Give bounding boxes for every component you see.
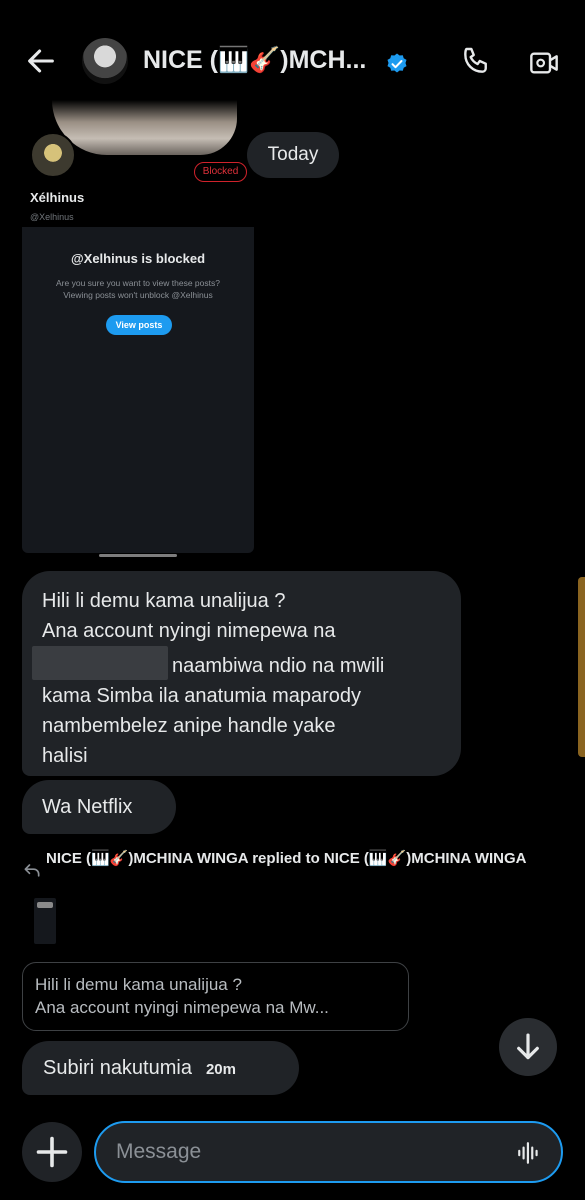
message-line: halisi — [42, 745, 88, 767]
message-line-text: naambiwa ndio na mwili — [172, 655, 385, 677]
add-attachment-button[interactable] — [22, 1122, 82, 1182]
banner-image — [52, 100, 237, 155]
post-author-handle: @Xelhinus — [30, 212, 74, 222]
plus-icon — [36, 1136, 68, 1168]
video-camera-icon[interactable] — [528, 47, 560, 79]
shared-image[interactable]: Blocked Xélhinus @Xelhinus @Xelhinus is … — [22, 100, 254, 557]
quoted-message[interactable]: Hili li demu kama unalijua ? Ana account… — [22, 962, 409, 1031]
message-bubble[interactable]: Hili li demu kama unalijua ? Ana account… — [22, 571, 461, 776]
reply-arrow-icon — [24, 864, 40, 877]
arrow-down-icon — [517, 1033, 539, 1060]
message-line: nambembelez anipe handle yake — [42, 715, 336, 737]
scrollbar[interactable] — [578, 577, 585, 757]
avatar[interactable] — [82, 38, 128, 84]
message-bubble[interactable]: Subiri nakutumia 20m — [22, 1041, 299, 1095]
phone-icon[interactable] — [460, 45, 492, 77]
home-indicator — [99, 554, 177, 557]
message-text: Subiri nakutumia — [43, 1057, 192, 1079]
blocked-title: @Xelhinus is blocked — [70, 251, 206, 266]
blocked-card: @Xelhinus is blocked Are you sure you wa… — [22, 227, 254, 553]
verified-badge-icon — [387, 53, 407, 73]
quote-line-1: Hili li demu kama unalijua ? — [35, 975, 242, 994]
voice-wave-icon[interactable] — [516, 1140, 542, 1166]
quote-line-2: Ana account nyingi nimepewa na Mw... — [35, 998, 329, 1017]
message-bubble[interactable]: Wa Netflix — [22, 780, 176, 834]
scroll-to-bottom-button[interactable] — [499, 1018, 557, 1076]
blocked-line-1: Are you sure you want to view these post… — [56, 278, 220, 288]
reply-label: NICE (🎹🎸)MCHINA WINGA replied to NICE (🎹… — [46, 850, 527, 867]
arrow-left-icon[interactable] — [24, 44, 58, 78]
blocked-subtitle: Are you sure you want to view these post… — [42, 277, 234, 301]
chat-header: NICE (🎹🎸)MCH... — [0, 0, 585, 110]
post-avatar — [30, 132, 76, 178]
message-line: kama Simba ila anatumia maparody — [42, 685, 362, 707]
chat-title[interactable]: NICE (🎹🎸)MCH... — [143, 46, 366, 75]
message-line: Hili li demu kama unalijua ? — [42, 590, 286, 612]
redaction-box — [32, 646, 168, 680]
message-line: Ana account nyingi nimepewa na — [42, 620, 336, 642]
post-author-name: Xélhinus — [30, 190, 85, 205]
date-separator: Today — [247, 132, 339, 178]
reply-thumbnail[interactable] — [34, 898, 56, 944]
message-line-redacted: naambiwa ndio na mwili — [32, 646, 441, 681]
blocked-line-2: Viewing posts won't unblock @Xelhinus — [63, 290, 213, 300]
message-input[interactable] — [116, 1137, 496, 1167]
message-composer[interactable] — [94, 1121, 563, 1183]
blocked-badge: Blocked — [194, 162, 247, 182]
message-timestamp: 20m — [205, 1061, 236, 1078]
view-posts-button: View posts — [106, 315, 172, 335]
